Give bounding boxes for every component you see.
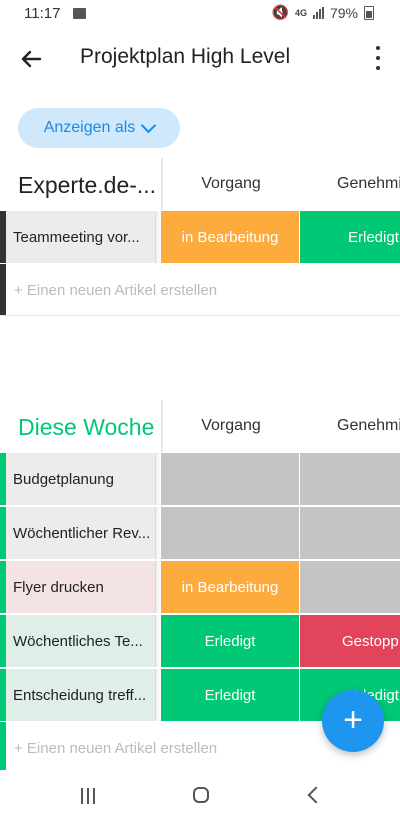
- page-title: Projektplan High Level: [80, 45, 291, 68]
- status-cell-vorgang[interactable]: Erledigt: [161, 615, 299, 667]
- item-name[interactable]: Wöchentliches Te...: [6, 615, 156, 667]
- item-name[interactable]: Flyer drucken: [6, 561, 156, 613]
- status-cell-vorgang[interactable]: in Bearbeitung: [161, 561, 299, 613]
- status-cell-vorgang[interactable]: Erledigt: [161, 669, 299, 721]
- back-chevron-icon[interactable]: [307, 786, 325, 804]
- item-name[interactable]: Entscheidung treff...: [6, 669, 156, 721]
- view-as-label: Anzeigen als: [43, 119, 136, 136]
- system-nav-bar: [0, 770, 400, 822]
- status-cell-vorgang[interactable]: [161, 453, 299, 505]
- home-icon[interactable]: [193, 787, 209, 803]
- group-header: Diese Woche Vorgang Genehmi: [0, 400, 400, 452]
- add-item-label: + Einen neuen Artikel erstellen: [14, 281, 218, 299]
- app-bar: Projektplan High Level: [0, 28, 400, 88]
- status-icons: 🔇 4G 79%: [272, 4, 374, 21]
- more-options-button[interactable]: [374, 46, 382, 70]
- battery-percent: 79%: [329, 4, 358, 21]
- status-cell-genehmigung[interactable]: [300, 561, 400, 613]
- mute-icon: 🔇: [271, 4, 289, 20]
- column-header-vorgang[interactable]: Vorgang: [162, 400, 300, 452]
- more-vert-icon: [376, 46, 380, 50]
- signal-icon: [312, 6, 324, 19]
- gallery-notification-icon: [73, 8, 86, 19]
- arrow-left-icon: [21, 50, 42, 68]
- plus-icon: +: [343, 700, 363, 739]
- back-button[interactable]: [14, 42, 48, 76]
- item-name[interactable]: Wöchentlicher Rev...: [6, 507, 156, 559]
- status-cell-vorgang[interactable]: [161, 507, 299, 559]
- group-header: Experte.de-... Vorgang Genehmi: [0, 158, 400, 210]
- status-cell-genehmigung[interactable]: Erledigt: [300, 211, 400, 263]
- item-name[interactable]: Teammeeting vor...: [6, 211, 156, 263]
- column-header-vorgang[interactable]: Vorgang: [162, 158, 300, 210]
- group-title[interactable]: Experte.de-...: [18, 172, 156, 199]
- view-as-button[interactable]: Anzeigen als: [18, 108, 180, 148]
- add-item-row[interactable]: + Einen neuen Artikel erstellen: [0, 264, 400, 316]
- group-color-stripe: [0, 722, 6, 774]
- status-cell-genehmigung[interactable]: [300, 507, 400, 559]
- add-item-label: + Einen neuen Artikel erstellen: [14, 739, 218, 757]
- network-label: 4G: [294, 7, 307, 18]
- table-row[interactable]: Flyer drucken in Bearbeitung: [0, 561, 400, 613]
- status-cell-genehmigung[interactable]: Gestopp: [300, 615, 400, 667]
- table-row[interactable]: Wöchentlicher Rev...: [0, 507, 400, 559]
- status-cell-vorgang[interactable]: in Bearbeitung: [161, 211, 299, 263]
- column-header-genehmigung[interactable]: Genehmi: [300, 400, 400, 452]
- add-item-fab[interactable]: +: [322, 690, 384, 752]
- item-name[interactable]: Budgetplanung: [6, 453, 156, 505]
- status-bar: 11:17 🔇 4G 79%: [0, 0, 400, 28]
- group-title[interactable]: Diese Woche: [18, 414, 154, 441]
- battery-icon: [364, 5, 374, 20]
- table-row[interactable]: Teammeeting vor... in Bearbeitung Erledi…: [0, 211, 400, 263]
- table-row[interactable]: Wöchentliches Te... Erledigt Gestopp: [0, 615, 400, 667]
- chevron-down-icon: [141, 117, 157, 134]
- recents-icon[interactable]: [81, 788, 95, 804]
- table-row[interactable]: Budgetplanung: [0, 453, 400, 505]
- group-color-stripe: [0, 264, 6, 316]
- column-header-genehmigung[interactable]: Genehmi: [300, 158, 400, 210]
- status-time: 11:17: [24, 5, 61, 22]
- status-cell-genehmigung[interactable]: [300, 453, 400, 505]
